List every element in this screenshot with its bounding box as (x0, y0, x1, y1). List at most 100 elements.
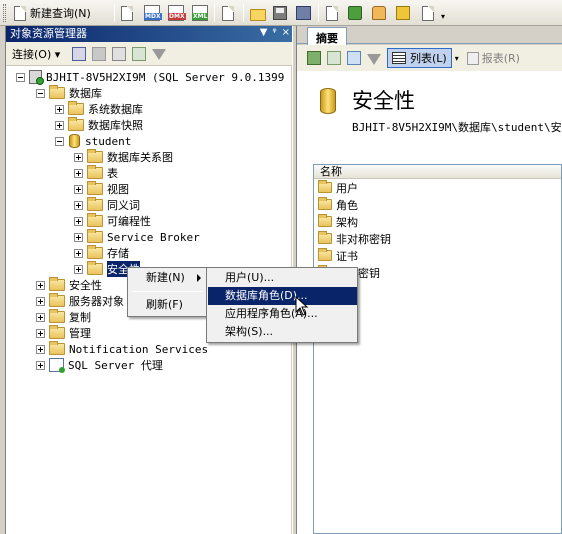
expand-icon[interactable] (36, 312, 45, 322)
expand-icon[interactable] (36, 280, 45, 290)
folder-icon (49, 277, 65, 291)
folder-icon (49, 293, 65, 307)
list-item[interactable]: 证书 (314, 247, 561, 264)
tree-node-sql-server-agent[interactable]: SQL Server 代理 (36, 357, 163, 373)
stop-icon[interactable] (112, 46, 127, 61)
tree-node-databases[interactable]: 数据库 (36, 85, 102, 101)
toolbar-grip[interactable] (3, 4, 6, 22)
window-position-chevron-icon[interactable]: ▼ (260, 26, 268, 40)
solution-explorer-icon[interactable] (396, 6, 410, 20)
expand-icon[interactable] (74, 200, 83, 210)
toolbar-overflow-chevron-icon[interactable]: ▾ (441, 6, 445, 26)
tree-node-server-security[interactable]: 安全性 (36, 277, 102, 293)
open-file-icon[interactable] (250, 8, 266, 21)
tree-node-synonyms[interactable]: 同义词 (74, 197, 140, 213)
menu-item-schema[interactable]: 架构(S)... (208, 323, 357, 341)
save-icon[interactable] (273, 6, 287, 20)
folder-icon (49, 341, 65, 355)
folder-icon (87, 229, 103, 243)
list-item[interactable]: 用户 (314, 179, 561, 196)
new-query-button[interactable]: 新建查询(N) (12, 3, 91, 23)
list-item[interactable]: 架构 (314, 213, 561, 230)
filter-icon[interactable] (152, 49, 167, 60)
collapse-icon[interactable] (36, 88, 45, 98)
expand-icon[interactable] (74, 248, 83, 258)
tree-node-management[interactable]: 管理 (36, 325, 91, 341)
expand-icon[interactable] (36, 328, 45, 338)
tree-node-server-objects[interactable]: 服务器对象 (36, 293, 124, 309)
tree-node-storage[interactable]: 存储 (74, 245, 129, 261)
template-explorer-icon[interactable] (372, 6, 386, 20)
folder-icon (318, 231, 332, 244)
object-explorer-icon[interactable] (348, 6, 362, 20)
expand-icon[interactable] (74, 216, 83, 226)
tree-node-programmability[interactable]: 可编程性 (74, 213, 151, 229)
tree-node-database-diagrams[interactable]: 数据库关系图 (74, 149, 173, 165)
pin-icon[interactable]: ᵠ (272, 26, 276, 40)
menu-item-new[interactable]: 新建(N) (129, 269, 207, 287)
tree-node-service-broker[interactable]: Service Broker (74, 229, 200, 245)
expand-icon[interactable] (55, 104, 64, 114)
expand-icon[interactable] (74, 232, 83, 242)
report-icon (466, 51, 479, 65)
folder-icon (87, 149, 103, 163)
object-explorer-title: 对象资源管理器 (10, 27, 87, 40)
column-header-name[interactable]: 名称 (314, 165, 561, 179)
filter-icon[interactable] (367, 53, 381, 65)
folder-icon (87, 213, 103, 227)
expand-icon[interactable] (55, 120, 64, 130)
tree-node-system-databases[interactable]: 系统数据库 (55, 101, 143, 117)
up-folder-icon[interactable] (307, 51, 321, 65)
connect-dropdown[interactable]: 连接(O) ▾ (12, 46, 60, 62)
object-explorer-toolbar: 连接(O) ▾ (6, 42, 293, 66)
folder-icon (318, 248, 332, 261)
tree-node-views[interactable]: 视图 (74, 181, 129, 197)
dmx-query-icon[interactable]: DMX (168, 5, 186, 21)
expand-icon[interactable] (74, 152, 83, 162)
tree-node-server[interactable]: BJHIT-8V5H2XI9M (SQL Server 9.0.1399 - B (16, 69, 311, 85)
folder-icon (318, 197, 332, 210)
report-button[interactable]: 报表(R) (466, 50, 520, 66)
list-item[interactable]: 角色 (314, 196, 561, 213)
tree-node-tables[interactable]: 表 (74, 165, 118, 181)
close-icon[interactable]: × (282, 26, 290, 40)
new-file-icon[interactable] (121, 5, 133, 21)
new-project-icon[interactable] (222, 5, 234, 21)
menu-item-user[interactable]: 用户(U)... (208, 269, 357, 287)
tree-node-student[interactable]: student (55, 133, 131, 149)
properties-icon[interactable] (422, 5, 434, 21)
menu-item-refresh[interactable]: 刷新(F) (129, 296, 207, 314)
list-view-button[interactable]: 列表(L) (387, 48, 452, 68)
menu-item-database-role[interactable]: 数据库角色(D)... (208, 287, 357, 305)
submenu-arrow-icon (197, 274, 201, 282)
refresh-icon[interactable] (132, 46, 147, 61)
server-icon (29, 70, 44, 85)
list-item[interactable]: 非对称密钥 (314, 230, 561, 247)
xmla-query-icon[interactable]: XML (192, 5, 209, 21)
expand-icon[interactable] (74, 264, 83, 274)
document-tab-strip: 摘要 (297, 26, 562, 49)
disconnect-icon[interactable] (92, 46, 107, 61)
save-all-icon[interactable] (296, 6, 311, 20)
collapse-icon[interactable] (55, 136, 64, 146)
tree-node-notification-services[interactable]: Notification Services (36, 341, 208, 357)
connect-server-icon[interactable] (72, 46, 87, 61)
expand-icon[interactable] (36, 344, 45, 354)
folder-icon (49, 85, 65, 99)
expand-icon[interactable] (74, 184, 83, 194)
collapse-icon[interactable] (16, 72, 25, 82)
refresh-icon[interactable] (347, 51, 361, 65)
tree-node-database-snapshots[interactable]: 数据库快照 (55, 117, 143, 133)
mdx-query-icon[interactable]: MDX (144, 5, 162, 21)
expand-icon[interactable] (36, 360, 45, 370)
expand-icon[interactable] (74, 168, 83, 178)
new-query-icon (14, 5, 26, 21)
registered-servers-icon[interactable] (326, 5, 338, 21)
sync-icon[interactable] (327, 51, 341, 65)
expand-icon[interactable] (36, 296, 45, 306)
new-query-label: 新建查询(N) (30, 7, 91, 20)
folder-icon (87, 181, 103, 195)
list-dropdown-chevron-icon[interactable]: ▾ (455, 54, 459, 63)
menu-item-application-role[interactable]: 应用程序角色(A)... (208, 305, 357, 323)
tree-node-replication[interactable]: 复制 (36, 309, 91, 325)
